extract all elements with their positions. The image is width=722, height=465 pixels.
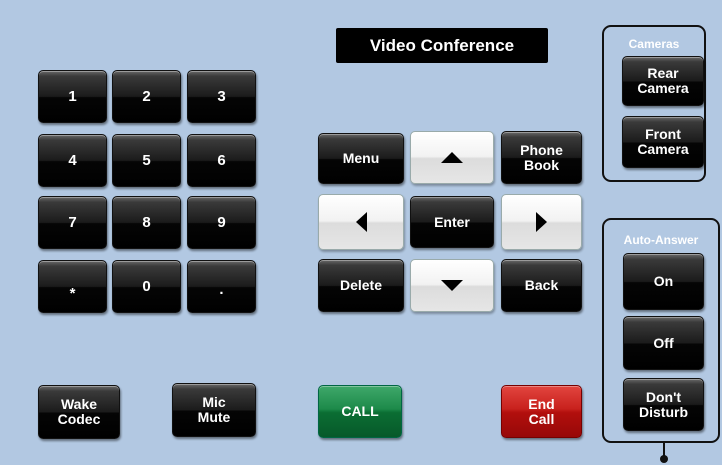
keypad-key-label: 9 bbox=[217, 214, 226, 231]
auto-answer-group-label: Auto-Answer bbox=[623, 233, 699, 247]
wake-codec-button-label: Wake Codec bbox=[57, 396, 101, 427]
keypad-key-label: . bbox=[219, 281, 224, 298]
do-not-disturb-button[interactable]: Don't Disturb bbox=[623, 378, 704, 431]
front-camera-button-label: Front Camera bbox=[637, 126, 689, 157]
keypad-key-9[interactable]: 9 bbox=[187, 196, 256, 249]
end-call-button-label: End Call bbox=[528, 395, 555, 427]
delete-button-label: Delete bbox=[339, 277, 383, 293]
keypad-key-star[interactable]: * bbox=[38, 260, 107, 313]
auto-answer-on-button[interactable]: On bbox=[623, 253, 704, 310]
auto-answer-off-label: Off bbox=[653, 334, 674, 351]
right-arrow-button[interactable] bbox=[501, 194, 582, 250]
keypad-key-0[interactable]: 0 bbox=[112, 260, 181, 313]
keypad-key-8[interactable]: 8 bbox=[112, 196, 181, 249]
down-arrow-button[interactable] bbox=[410, 259, 494, 312]
phone-book-button[interactable]: Phone Book bbox=[501, 131, 582, 184]
keypad-key-6[interactable]: 6 bbox=[187, 134, 256, 187]
enter-button[interactable]: Enter bbox=[410, 196, 494, 248]
keypad-key-1[interactable]: 1 bbox=[38, 70, 107, 123]
delete-button[interactable]: Delete bbox=[318, 259, 404, 312]
keypad-key-dot[interactable]: . bbox=[187, 260, 256, 313]
back-button[interactable]: Back bbox=[501, 259, 582, 312]
keypad-key-label: 8 bbox=[142, 214, 151, 231]
keypad-key-label: 7 bbox=[68, 214, 77, 231]
cameras-group-label: Cameras bbox=[628, 37, 680, 51]
call-button[interactable]: CALL bbox=[318, 385, 402, 438]
keypad-key-2[interactable]: 2 bbox=[112, 70, 181, 123]
keypad-key-4[interactable]: 4 bbox=[38, 134, 107, 187]
triangle-right-icon bbox=[536, 212, 547, 232]
call-button-label: CALL bbox=[341, 403, 379, 419]
auto-answer-off-button[interactable]: Off bbox=[623, 316, 704, 370]
phone-book-button-label: Phone Book bbox=[520, 141, 563, 173]
keypad-key-label: 4 bbox=[68, 152, 77, 169]
wake-codec-button[interactable]: Wake Codec bbox=[38, 385, 120, 439]
connector-knob bbox=[660, 455, 668, 463]
keypad-key-label: 2 bbox=[142, 88, 151, 105]
triangle-up-icon bbox=[441, 152, 463, 163]
keypad-key-label: 1 bbox=[68, 88, 77, 105]
triangle-down-icon bbox=[441, 280, 463, 291]
end-call-button[interactable]: End Call bbox=[501, 385, 582, 438]
keypad-key-label: * bbox=[69, 285, 76, 302]
left-arrow-button[interactable] bbox=[318, 194, 404, 250]
keypad-key-5[interactable]: 5 bbox=[112, 134, 181, 187]
menu-button-label: Menu bbox=[342, 150, 380, 166]
keypad-key-3[interactable]: 3 bbox=[187, 70, 256, 123]
keypad-key-label: 5 bbox=[142, 152, 151, 169]
auto-answer-on-label: On bbox=[653, 273, 674, 289]
do-not-disturb-label: Don't Disturb bbox=[639, 388, 688, 420]
triangle-left-icon bbox=[355, 212, 367, 232]
rear-camera-button-label: Rear Camera bbox=[637, 65, 689, 96]
mic-mute-button[interactable]: Mic Mute bbox=[172, 383, 256, 437]
enter-button-label: Enter bbox=[434, 213, 470, 230]
rear-camera-button[interactable]: Rear Camera bbox=[622, 56, 704, 106]
front-camera-button[interactable]: Front Camera bbox=[622, 116, 704, 168]
back-button-label: Back bbox=[524, 277, 559, 293]
keypad-key-label: 6 bbox=[217, 152, 226, 169]
keypad-key-label: 3 bbox=[217, 88, 226, 105]
page-title-text: Video Conference bbox=[369, 35, 515, 55]
up-arrow-button[interactable] bbox=[410, 131, 494, 184]
menu-button[interactable]: Menu bbox=[318, 133, 404, 184]
mic-mute-button-label: Mic Mute bbox=[197, 394, 231, 425]
keypad-key-7[interactable]: 7 bbox=[38, 196, 107, 249]
page-title: Video Conference bbox=[336, 28, 548, 63]
keypad-key-label: 0 bbox=[142, 278, 151, 295]
